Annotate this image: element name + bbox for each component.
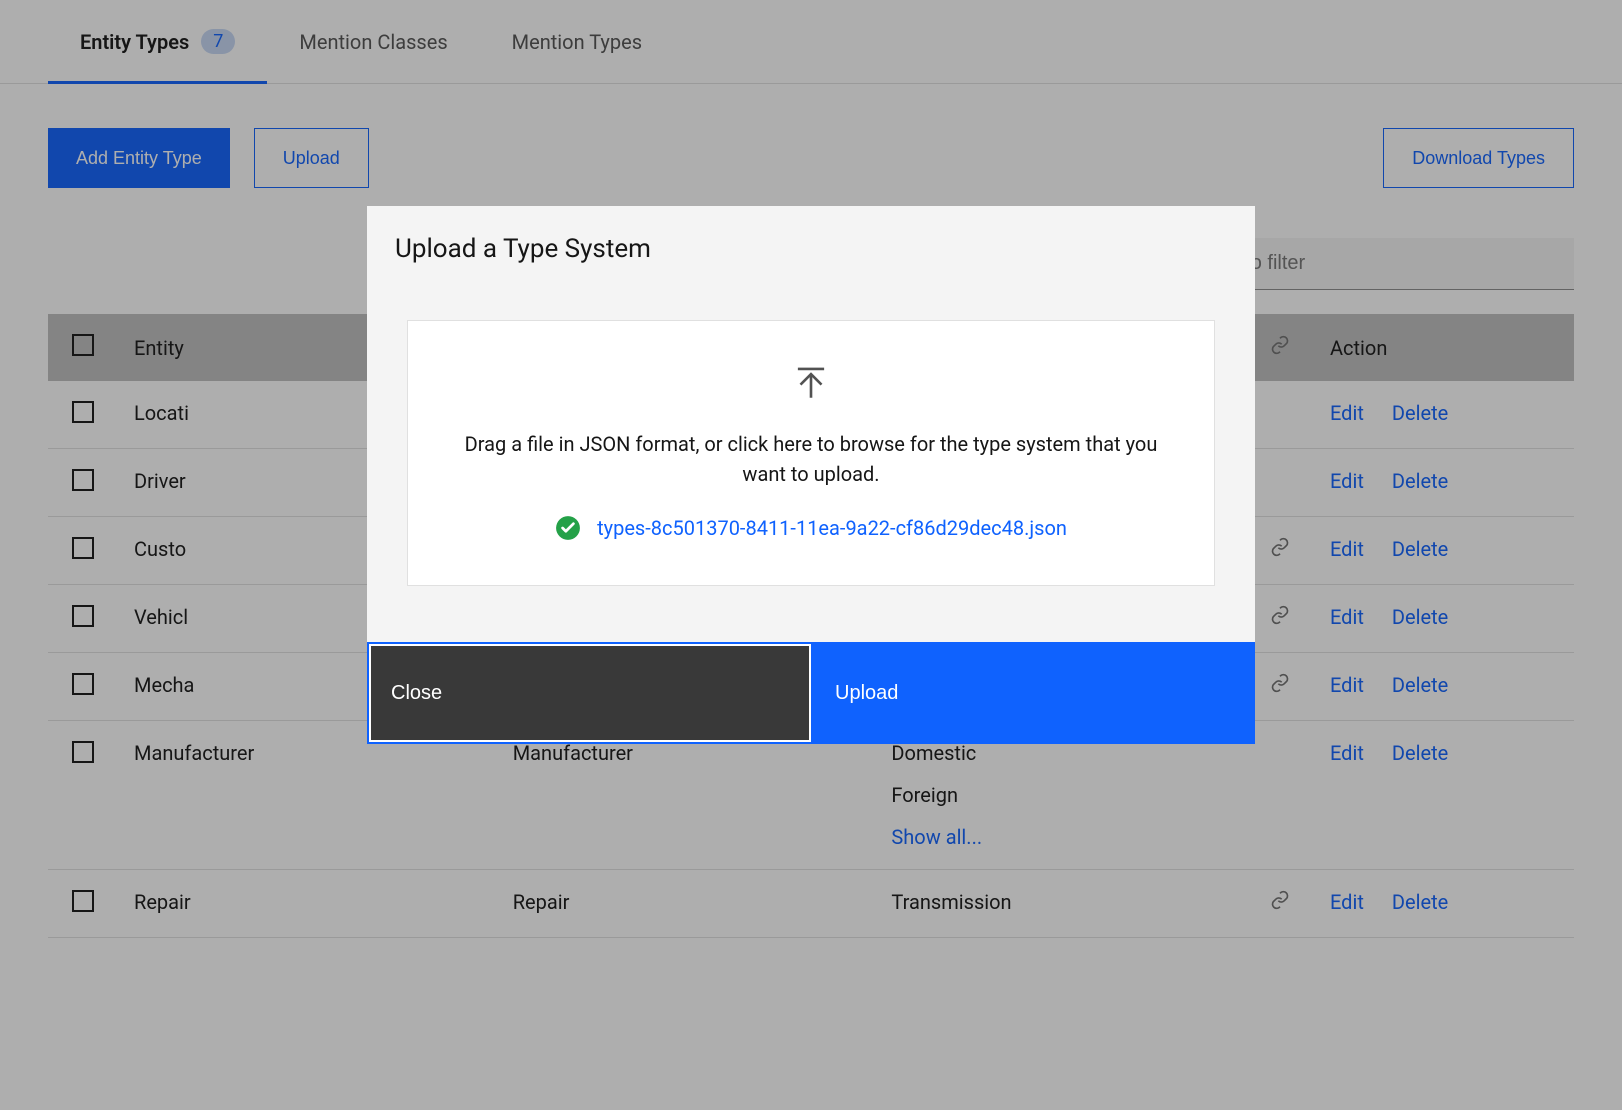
dropzone-text: Drag a file in JSON format, or click her… <box>451 429 1171 489</box>
uploaded-file-name[interactable]: types-8c501370-8411-11ea-9a22-cf86d29dec… <box>597 516 1067 540</box>
upload-icon <box>790 361 832 403</box>
uploaded-file-row: types-8c501370-8411-11ea-9a22-cf86d29dec… <box>555 515 1067 541</box>
modal-body: Drag a file in JSON format, or click her… <box>367 264 1255 642</box>
modal-title: Upload a Type System <box>367 206 1255 264</box>
check-icon <box>555 515 581 541</box>
modal-upload-button[interactable]: Upload <box>813 642 1255 744</box>
modal-close-button[interactable]: Close <box>367 642 813 744</box>
upload-modal: Upload a Type System Drag a file in JSON… <box>367 206 1255 744</box>
modal-overlay: Upload a Type System Drag a file in JSON… <box>0 0 1622 1110</box>
modal-footer: Close Upload <box>367 642 1255 744</box>
dropzone[interactable]: Drag a file in JSON format, or click her… <box>407 320 1215 586</box>
